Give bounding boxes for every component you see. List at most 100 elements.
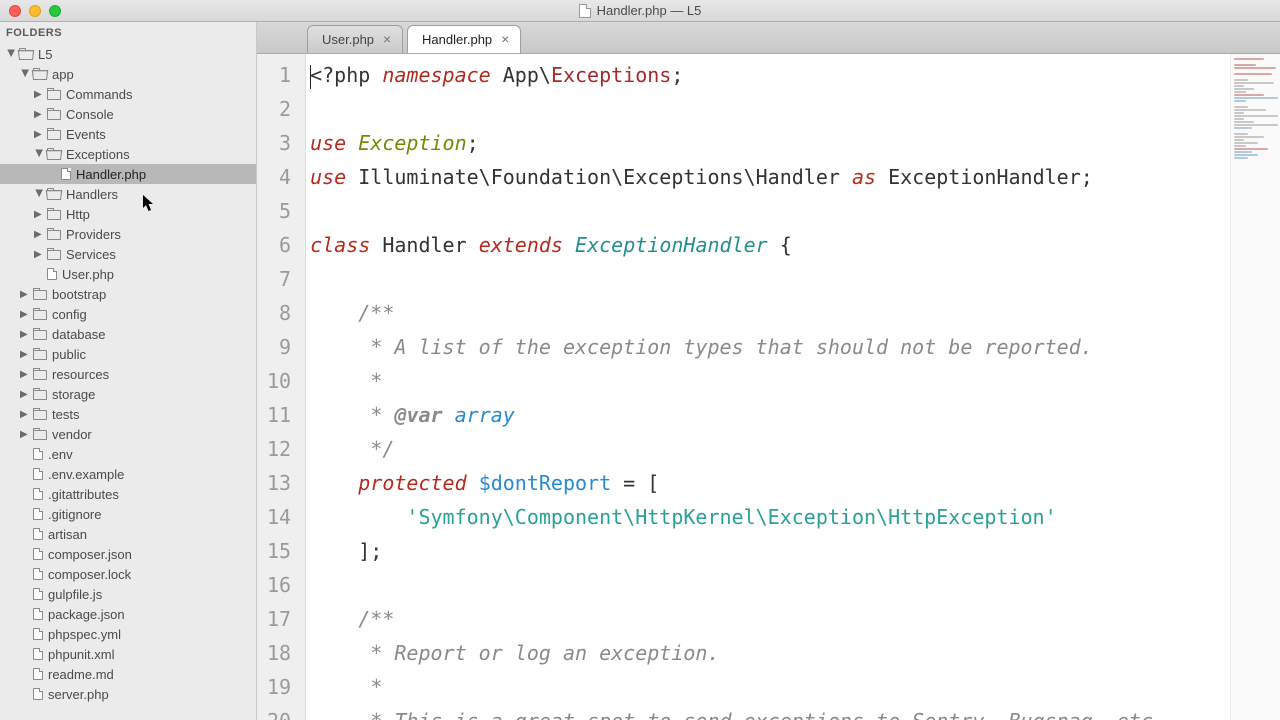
line-number: 14 bbox=[267, 500, 291, 534]
file-icon bbox=[33, 448, 43, 460]
tree-item-label: .gitignore bbox=[48, 507, 101, 522]
tree-item-label: Providers bbox=[66, 227, 121, 242]
disclosure-arrow-icon[interactable]: ▶ bbox=[20, 309, 30, 320]
code-line[interactable] bbox=[310, 92, 1230, 126]
line-number: 2 bbox=[267, 92, 291, 126]
file-handler-php[interactable]: Handler.php bbox=[0, 164, 256, 184]
tab-handler-php[interactable]: Handler.php× bbox=[407, 25, 521, 53]
code-line[interactable] bbox=[310, 262, 1230, 296]
code-line[interactable]: 'Symfony\Component\HttpKernel\Exception\… bbox=[310, 500, 1230, 534]
folder-vendor[interactable]: ▶vendor bbox=[0, 424, 256, 444]
folder-providers[interactable]: ▶ Providers bbox=[0, 224, 256, 244]
code-line[interactable]: /** bbox=[310, 602, 1230, 636]
code-line[interactable]: * This is a great spot to send exception… bbox=[310, 704, 1230, 720]
disclosure-arrow-icon[interactable]: ▶ bbox=[34, 189, 45, 199]
disclosure-arrow-icon[interactable]: ▶ bbox=[6, 49, 17, 59]
disclosure-arrow-icon[interactable]: ▶ bbox=[34, 109, 44, 120]
folder-exceptions[interactable]: ▶Exceptions bbox=[0, 144, 256, 164]
code-line[interactable] bbox=[310, 194, 1230, 228]
disclosure-arrow-icon[interactable]: ▶ bbox=[20, 69, 31, 79]
disclosure-arrow-icon[interactable]: ▶ bbox=[20, 429, 30, 440]
folder-database[interactable]: ▶database bbox=[0, 324, 256, 344]
folder-icon bbox=[47, 150, 61, 160]
disclosure-arrow-icon[interactable]: ▶ bbox=[20, 289, 30, 300]
tab-user-php[interactable]: User.php× bbox=[307, 25, 403, 53]
disclosure-arrow-icon[interactable]: ▶ bbox=[34, 129, 44, 140]
disclosure-arrow-icon[interactable]: ▶ bbox=[20, 409, 30, 420]
file-server-php[interactable]: server.php bbox=[0, 684, 256, 704]
file-icon bbox=[33, 568, 43, 580]
code-line[interactable]: * A list of the exception types that sho… bbox=[310, 330, 1230, 364]
code-line[interactable]: protected $dontReport = [ bbox=[310, 466, 1230, 500]
disclosure-arrow-icon[interactable]: ▶ bbox=[20, 389, 30, 400]
folder-storage[interactable]: ▶storage bbox=[0, 384, 256, 404]
file-icon bbox=[61, 168, 71, 180]
file-phpspec-yml[interactable]: phpspec.yml bbox=[0, 624, 256, 644]
folder-events[interactable]: ▶Events bbox=[0, 124, 256, 144]
disclosure-arrow-icon[interactable]: ▶ bbox=[20, 369, 30, 380]
file-gulpfile-js[interactable]: gulpfile.js bbox=[0, 584, 256, 604]
code-line[interactable]: use Exception; bbox=[310, 126, 1230, 160]
folder-resources[interactable]: ▶resources bbox=[0, 364, 256, 384]
code-content[interactable]: <?php namespace App\Exceptions; use Exce… bbox=[306, 54, 1230, 720]
folder-tests[interactable]: ▶tests bbox=[0, 404, 256, 424]
folder-public[interactable]: ▶public bbox=[0, 344, 256, 364]
file--env[interactable]: .env bbox=[0, 444, 256, 464]
folder-config[interactable]: ▶config bbox=[0, 304, 256, 324]
disclosure-arrow-icon[interactable]: ▶ bbox=[34, 249, 44, 260]
file-phpunit-xml[interactable]: phpunit.xml bbox=[0, 644, 256, 664]
file--gitattributes[interactable]: .gitattributes bbox=[0, 484, 256, 504]
folder-console[interactable]: ▶Console bbox=[0, 104, 256, 124]
minimap[interactable] bbox=[1230, 54, 1280, 720]
code-line[interactable]: class Handler extends ExceptionHandler { bbox=[310, 228, 1230, 262]
folder-handlers[interactable]: ▶Handlers bbox=[0, 184, 256, 204]
line-number: 15 bbox=[267, 534, 291, 568]
disclosure-arrow-icon[interactable]: ▶ bbox=[34, 89, 44, 100]
file-readme-md[interactable]: readme.md bbox=[0, 664, 256, 684]
code-line[interactable]: * bbox=[310, 670, 1230, 704]
file-icon bbox=[33, 628, 43, 640]
code-line[interactable]: * bbox=[310, 364, 1230, 398]
folder-icon bbox=[33, 430, 47, 440]
folder-icon bbox=[47, 210, 61, 220]
tree-item-label: package.json bbox=[48, 607, 125, 622]
code-line[interactable]: ]; bbox=[310, 534, 1230, 568]
file-package-json[interactable]: package.json bbox=[0, 604, 256, 624]
minimize-window-button[interactable] bbox=[29, 5, 41, 17]
folder-icon bbox=[33, 310, 47, 320]
disclosure-arrow-icon[interactable]: ▶ bbox=[34, 149, 45, 159]
code-editor[interactable]: 1234567891011121314151617181920 <?php na… bbox=[257, 54, 1280, 720]
folder-bootstrap[interactable]: ▶bootstrap bbox=[0, 284, 256, 304]
code-line[interactable]: */ bbox=[310, 432, 1230, 466]
file--env-example[interactable]: .env.example bbox=[0, 464, 256, 484]
folder-services[interactable]: ▶Services bbox=[0, 244, 256, 264]
folder-commands[interactable]: ▶ Commands bbox=[0, 84, 256, 104]
disclosure-arrow-icon[interactable]: ▶ bbox=[20, 349, 30, 360]
disclosure-arrow-icon[interactable]: ▶ bbox=[34, 229, 44, 240]
code-line[interactable]: <?php namespace App\Exceptions; bbox=[310, 58, 1230, 92]
tab-close-icon[interactable]: × bbox=[498, 33, 512, 47]
folder-l5[interactable]: ▶L5 bbox=[0, 44, 256, 64]
folder-app[interactable]: ▶app bbox=[0, 64, 256, 84]
tab-close-icon[interactable]: × bbox=[380, 33, 394, 47]
folder-icon bbox=[47, 130, 61, 140]
folder-http[interactable]: ▶Http bbox=[0, 204, 256, 224]
close-window-button[interactable] bbox=[9, 5, 21, 17]
code-line[interactable]: /** bbox=[310, 296, 1230, 330]
code-line[interactable]: * @var array bbox=[310, 398, 1230, 432]
disclosure-arrow-icon[interactable]: ▶ bbox=[34, 209, 44, 220]
zoom-window-button[interactable] bbox=[49, 5, 61, 17]
file-composer-json[interactable]: composer.json bbox=[0, 544, 256, 564]
folder-icon bbox=[47, 250, 61, 260]
file-user-php[interactable]: User.php bbox=[0, 264, 256, 284]
file--gitignore[interactable]: .gitignore bbox=[0, 504, 256, 524]
disclosure-arrow-icon[interactable]: ▶ bbox=[20, 329, 30, 340]
window-controls bbox=[0, 5, 61, 17]
file-icon bbox=[33, 648, 43, 660]
file-artisan[interactable]: artisan bbox=[0, 524, 256, 544]
code-line[interactable]: use Illuminate\Foundation\Exceptions\Han… bbox=[310, 160, 1230, 194]
code-line[interactable]: * Report or log an exception. bbox=[310, 636, 1230, 670]
tree-item-label: Commands bbox=[66, 87, 132, 102]
file-composer-lock[interactable]: composer.lock bbox=[0, 564, 256, 584]
code-line[interactable] bbox=[310, 568, 1230, 602]
